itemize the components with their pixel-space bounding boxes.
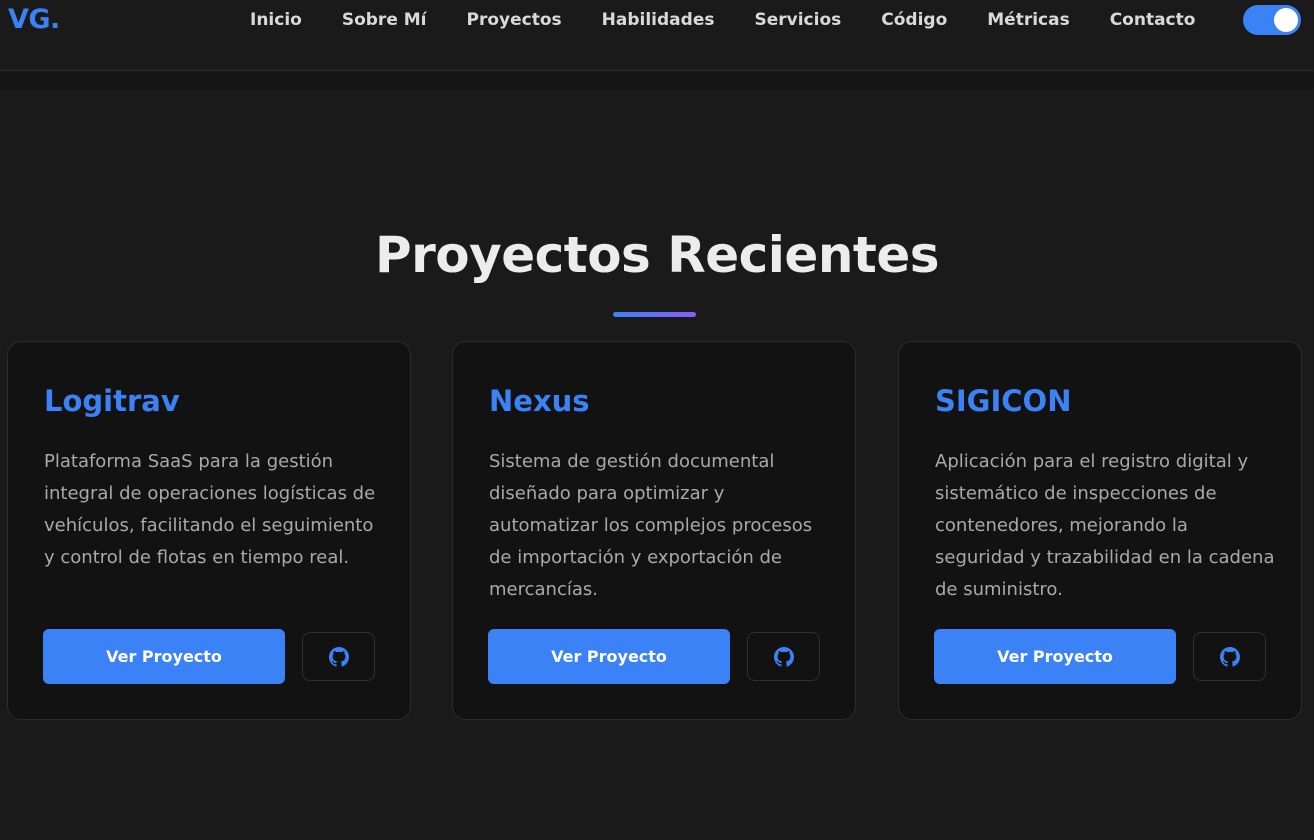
view-project-button[interactable]: Ver Proyecto bbox=[43, 629, 285, 684]
theme-toggle-knob bbox=[1274, 8, 1298, 32]
section-title: Proyectos Recientes bbox=[375, 226, 940, 284]
github-icon bbox=[773, 646, 794, 667]
project-description: Aplicación para el registro digital y si… bbox=[935, 451, 1275, 600]
view-project-button[interactable]: Ver Proyecto bbox=[488, 629, 730, 684]
nav-link-proyectos[interactable]: Proyectos bbox=[467, 10, 562, 30]
theme-toggle[interactable] bbox=[1243, 5, 1301, 35]
github-icon bbox=[1219, 646, 1240, 667]
github-button[interactable] bbox=[302, 632, 375, 681]
project-description: Plataforma SaaS para la gestión integral… bbox=[44, 451, 376, 568]
projects-section: Proyectos Recientes Logitrav Plataforma … bbox=[0, 91, 1314, 840]
github-button[interactable] bbox=[747, 632, 820, 681]
view-project-button[interactable]: Ver Proyecto bbox=[934, 629, 1176, 684]
logo[interactable]: VG. bbox=[8, 0, 60, 40]
nav-link-contacto[interactable]: Contacto bbox=[1110, 10, 1196, 30]
header-divider-strip bbox=[0, 71, 1314, 91]
project-card-sigicon: SIGICON Aplicación para el registro digi… bbox=[898, 341, 1302, 720]
nav-link-codigo[interactable]: Código bbox=[881, 10, 947, 30]
project-description: Sistema de gestión documental diseñado p… bbox=[489, 451, 813, 600]
nav-link-habilidades[interactable]: Habilidades bbox=[602, 10, 715, 30]
navbar: VG. Inicio Sobre Mí Proyectos Habilidade… bbox=[0, 0, 1314, 71]
project-card-logitrav: Logitrav Plataforma SaaS para la gestión… bbox=[7, 341, 411, 720]
project-card-nexus: Nexus Sistema de gestión documental dise… bbox=[452, 341, 856, 720]
nav-link-sobre-mi[interactable]: Sobre Mí bbox=[342, 10, 427, 30]
github-button[interactable] bbox=[1193, 632, 1266, 681]
github-icon bbox=[328, 646, 349, 667]
nav-links: Inicio Sobre Mí Proyectos Habilidades Se… bbox=[230, 0, 1215, 40]
project-title: Logitrav bbox=[44, 384, 180, 418]
project-title: Nexus bbox=[489, 384, 590, 418]
nav-link-metricas[interactable]: Métricas bbox=[987, 10, 1069, 30]
nav-link-servicios[interactable]: Servicios bbox=[754, 10, 841, 30]
project-title: SIGICON bbox=[935, 384, 1072, 418]
nav-link-inicio[interactable]: Inicio bbox=[250, 10, 302, 30]
title-underline bbox=[613, 312, 696, 317]
